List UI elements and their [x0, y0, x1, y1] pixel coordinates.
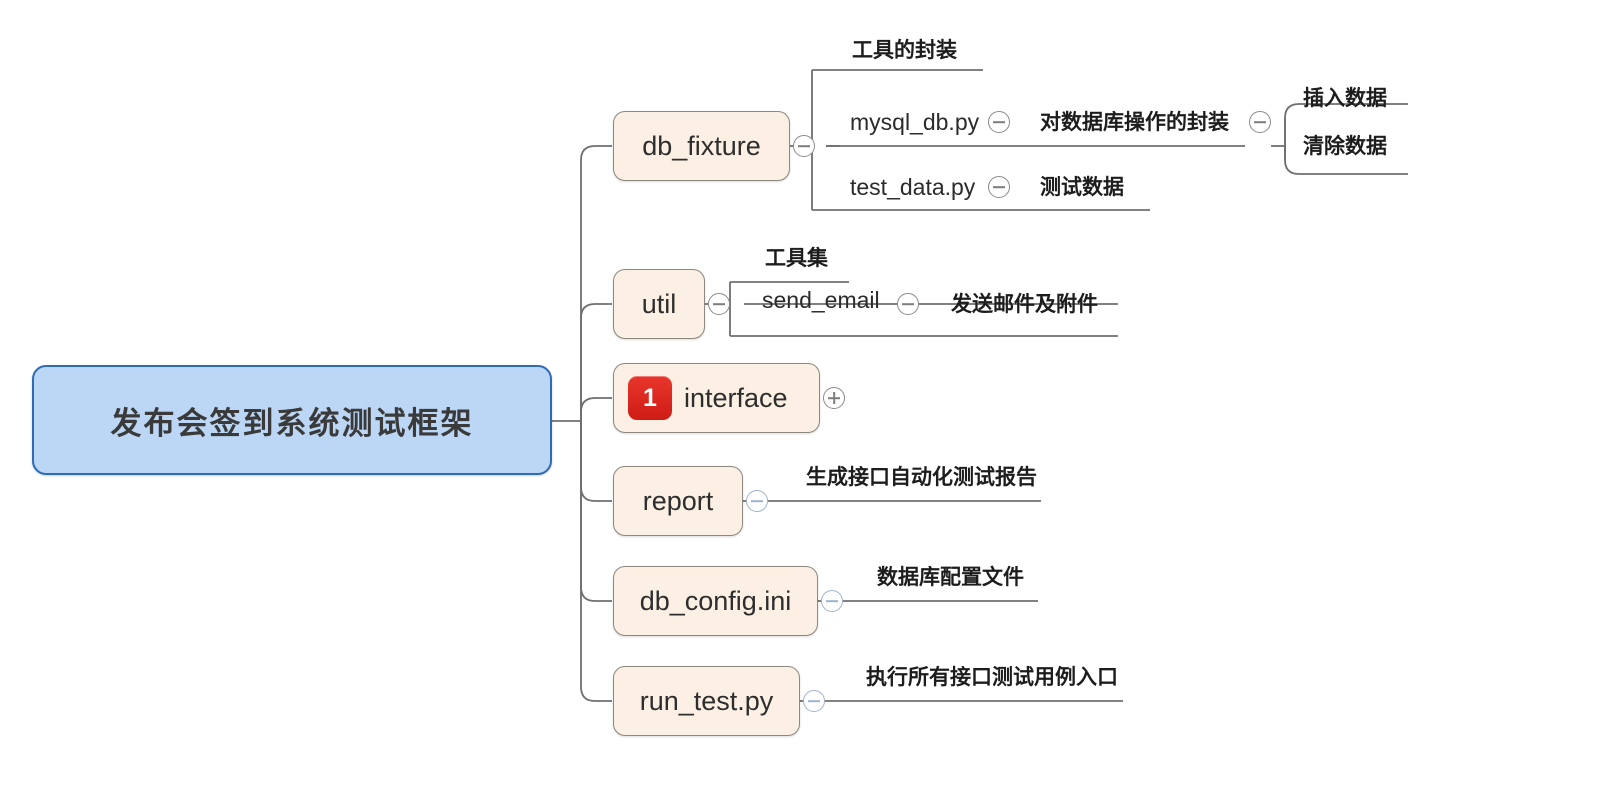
branch-node-report-label: report [642, 485, 714, 516]
collapse-toggle-report[interactable] [746, 490, 768, 512]
child-label-send-email[interactable]: send_email [762, 289, 880, 312]
collapse-toggle-util[interactable] [708, 293, 730, 315]
root-node[interactable]: 发布会签到系统测试框架 [32, 365, 552, 475]
branch-node-util-label: util [641, 288, 677, 319]
expand-toggle-interface[interactable] [823, 387, 845, 409]
collapse-toggle-mysql-db-note[interactable] [1249, 111, 1271, 133]
branch-node-run-test[interactable]: run_test.py [613, 666, 800, 736]
group-label-util: 工具集 [765, 246, 828, 270]
collapse-toggle-db-fixture[interactable] [793, 135, 815, 157]
branch-node-util[interactable]: util [613, 269, 705, 339]
branch-node-interface[interactable]: 1 interface [613, 363, 820, 433]
note-label-test-data: 测试数据 [1040, 175, 1124, 199]
note-label-report: 生成接口自动化测试报告 [806, 465, 1037, 489]
collapse-toggle-db-config[interactable] [821, 590, 843, 612]
subitem-label-insert-data: 插入数据 [1303, 86, 1387, 110]
collapse-toggle-mysql-db[interactable] [988, 111, 1010, 133]
collapse-toggle-run-test[interactable] [803, 690, 825, 712]
note-label-run-test: 执行所有接口测试用例入口 [866, 665, 1118, 689]
collapse-toggle-test-data[interactable] [988, 176, 1010, 198]
branch-node-db-fixture-label: db_fixture [642, 130, 761, 161]
count-badge-interface: 1 [628, 376, 672, 420]
note-label-send-email: 发送邮件及附件 [951, 292, 1098, 316]
branch-node-interface-label: interface [684, 382, 788, 413]
root-node-label: 发布会签到系统测试框架 [110, 405, 474, 441]
note-label-db-config: 数据库配置文件 [877, 565, 1024, 589]
group-label-db-fixture: 工具的封装 [852, 38, 957, 62]
mindmap-canvas: 发布会签到系统测试框架 db_fixture 工具的封装 mysql_db.py… [0, 0, 1604, 788]
note-label-mysql-db: 对数据库操作的封装 [1040, 110, 1229, 134]
branch-node-db-fixture[interactable]: db_fixture [613, 111, 790, 181]
subitem-label-clear-data: 清除数据 [1303, 134, 1387, 158]
branch-node-db-config[interactable]: db_config.ini [613, 566, 818, 636]
branch-node-report[interactable]: report [613, 466, 743, 536]
child-label-test-data[interactable]: test_data.py [850, 176, 975, 199]
collapse-toggle-send-email[interactable] [897, 293, 919, 315]
branch-node-run-test-label: run_test.py [639, 685, 774, 716]
child-label-mysql-db[interactable]: mysql_db.py [850, 111, 979, 134]
branch-node-db-config-label: db_config.ini [639, 585, 792, 616]
